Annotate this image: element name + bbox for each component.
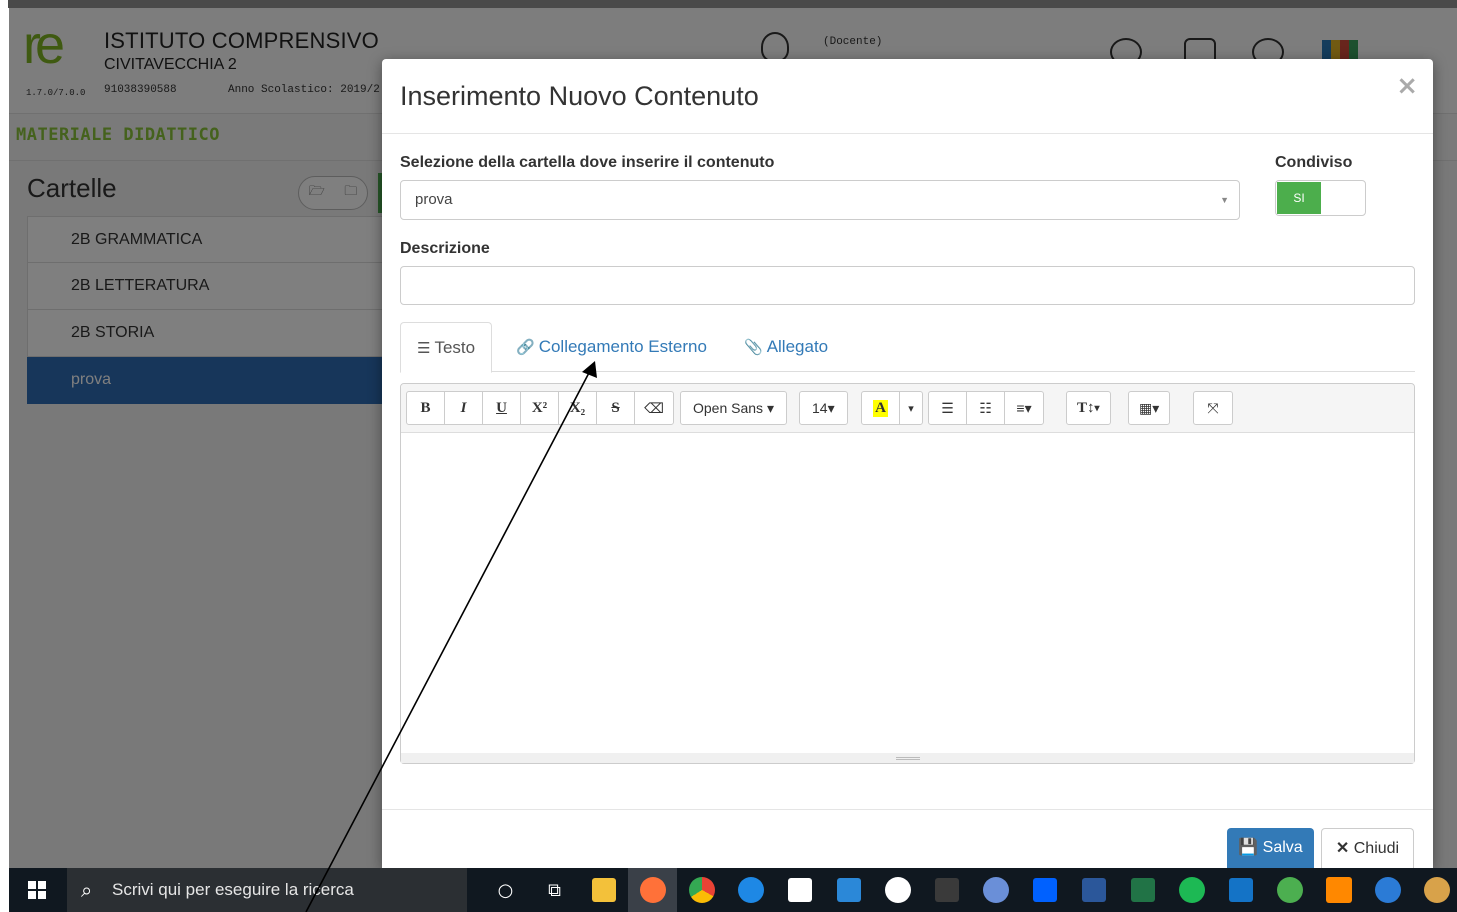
editor-toolbar: B I U X² X₂ S ⌫ Open Sans ▾ 14▾ A ▾ ☰ ☷	[401, 384, 1414, 433]
taskbar-apps: ○ ⧉	[481, 868, 1457, 912]
strikethrough-button[interactable]: S	[597, 392, 635, 424]
editor-content-area[interactable]	[401, 433, 1414, 753]
modal-title: Inserimento Nuovo Contenuto	[400, 81, 759, 111]
resize-grip-icon	[896, 757, 920, 760]
start-button[interactable]	[9, 868, 65, 912]
chrome-icon[interactable]	[677, 868, 726, 912]
italic-button[interactable]: I	[445, 392, 483, 424]
link-icon: 🔗	[516, 339, 535, 356]
search-icon: ⌕	[81, 878, 93, 902]
description-input[interactable]	[400, 266, 1415, 305]
underline-button[interactable]: U	[483, 392, 521, 424]
tab-label: Allegato	[766, 337, 829, 356]
description-label: Descrizione	[400, 240, 490, 257]
folder-select-label: Selezione della cartella dove inserire i…	[400, 154, 775, 171]
paragraph-group: ☰ ☷ ≡ ▾	[928, 391, 1044, 425]
view-group: ⤧	[1193, 391, 1233, 425]
font-family-value: Open Sans	[693, 400, 764, 416]
shared-label: Condiviso	[1275, 154, 1353, 171]
fullscreen-icon[interactable]: ⤧	[1194, 392, 1232, 424]
task-view-icon[interactable]: ⧉	[530, 868, 579, 912]
color-group: A ▾	[861, 391, 923, 425]
new-content-modal: Inserimento Nuovo Contenuto × Selezione …	[382, 59, 1433, 868]
file-explorer-icon[interactable]	[579, 868, 628, 912]
store-icon[interactable]	[775, 868, 824, 912]
close-label: Chiudi	[1353, 840, 1400, 857]
font-size-group: 14 ▾	[799, 391, 848, 425]
tab-label: Collegamento Esterno	[538, 337, 707, 356]
word-icon[interactable]	[1069, 868, 1118, 912]
tab-label: Testo	[434, 338, 476, 357]
save-icon: 💾	[1238, 839, 1259, 856]
shared-toggle-on: SI	[1277, 182, 1321, 214]
mail-icon[interactable]	[824, 868, 873, 912]
folder-select[interactable]: prova ▼	[400, 180, 1240, 220]
bold-button[interactable]: B	[407, 392, 445, 424]
tab-allegato[interactable]: 📎 Allegato	[728, 322, 844, 372]
font-family-dropdown[interactable]: Open Sans ▾	[681, 392, 786, 424]
modal-header: Inserimento Nuovo Contenuto ×	[382, 59, 1433, 134]
close-icon[interactable]: ×	[1396, 71, 1418, 101]
ordered-list-icon[interactable]: ☷	[967, 392, 1005, 424]
text-color-button[interactable]: A	[862, 392, 900, 424]
subscript-button[interactable]: X₂	[559, 392, 597, 424]
windows-taskbar: ⌕ Scrivi qui per eseguire la ricerca ○ ⧉	[9, 868, 1457, 912]
dots-icon[interactable]	[922, 868, 971, 912]
color-dropdown-button[interactable]: ▾	[900, 392, 922, 424]
dropbox-icon[interactable]	[1020, 868, 1069, 912]
format-group: B I U X² X₂ S ⌫	[406, 391, 674, 425]
shared-toggle[interactable]: SI	[1275, 180, 1366, 216]
paperclip-icon: 📎	[744, 339, 763, 356]
edge-icon[interactable]	[726, 868, 775, 912]
firefox-icon[interactable]	[628, 868, 677, 912]
excel-icon[interactable]	[1118, 868, 1167, 912]
font-size-value: 14	[812, 400, 828, 416]
compass-icon[interactable]	[1265, 868, 1314, 912]
close-button[interactable]: ✕ Chiudi	[1321, 828, 1414, 868]
eraser-icon[interactable]: ⌫	[635, 392, 673, 424]
pizza-icon[interactable]	[1412, 868, 1457, 912]
screen-left-edge	[0, 8, 9, 868]
table-icon: ▦	[1139, 399, 1153, 416]
line-height-dropdown[interactable]: T↕ ▾	[1067, 392, 1110, 424]
modal-footer: 💾 Salva ✕ Chiudi	[382, 809, 1433, 868]
paint-icon[interactable]	[873, 868, 922, 912]
photoshop-icon[interactable]	[1216, 868, 1265, 912]
text-color-icon: A	[873, 399, 888, 417]
taskbar-search[interactable]: ⌕ Scrivi qui per eseguire la ricerca	[67, 868, 467, 912]
qbittorrent-icon[interactable]	[971, 868, 1020, 912]
search-placeholder: Scrivi qui per eseguire la ricerca	[112, 880, 354, 899]
windows-logo-icon	[28, 881, 46, 899]
align-icon: ≡	[1016, 400, 1025, 416]
thunderbird-icon[interactable]	[1363, 868, 1412, 912]
save-label: Salva	[1262, 839, 1303, 856]
align-left-icon: ☰	[417, 340, 431, 357]
folder-select-value: prova	[415, 191, 453, 208]
tab-testo[interactable]: ☰ Testo	[400, 322, 493, 373]
cortana-icon[interactable]: ○	[481, 868, 530, 912]
table-group: ▦ ▾	[1128, 391, 1171, 425]
align-dropdown[interactable]: ≡ ▾	[1005, 392, 1043, 424]
font-size-dropdown[interactable]: 14 ▾	[800, 392, 847, 424]
tab-collegamento-esterno[interactable]: 🔗 Collegamento Esterno	[500, 322, 723, 372]
superscript-button[interactable]: X²	[521, 392, 559, 424]
close-x-icon: ✕	[1335, 840, 1350, 857]
font-family-group: Open Sans ▾	[680, 391, 787, 425]
spotify-icon[interactable]	[1167, 868, 1216, 912]
vlc-icon[interactable]	[1314, 868, 1363, 912]
rich-text-editor: B I U X² X₂ S ⌫ Open Sans ▾ 14▾ A ▾ ☰ ☷	[400, 383, 1415, 764]
browser-tab-strip	[8, 0, 1457, 8]
save-button[interactable]: 💾 Salva	[1227, 828, 1314, 868]
line-height-group: T↕ ▾	[1066, 391, 1111, 425]
content-tabs: ☰ Testo 🔗 Collegamento Esterno 📎 Allegato	[400, 322, 1415, 373]
caret-down-icon: ▼	[1220, 195, 1229, 205]
line-height-icon: T↕	[1077, 399, 1095, 416]
table-dropdown[interactable]: ▦ ▾	[1129, 392, 1169, 424]
editor-resize-handle[interactable]	[401, 753, 1414, 763]
unordered-list-icon[interactable]: ☰	[929, 392, 967, 424]
